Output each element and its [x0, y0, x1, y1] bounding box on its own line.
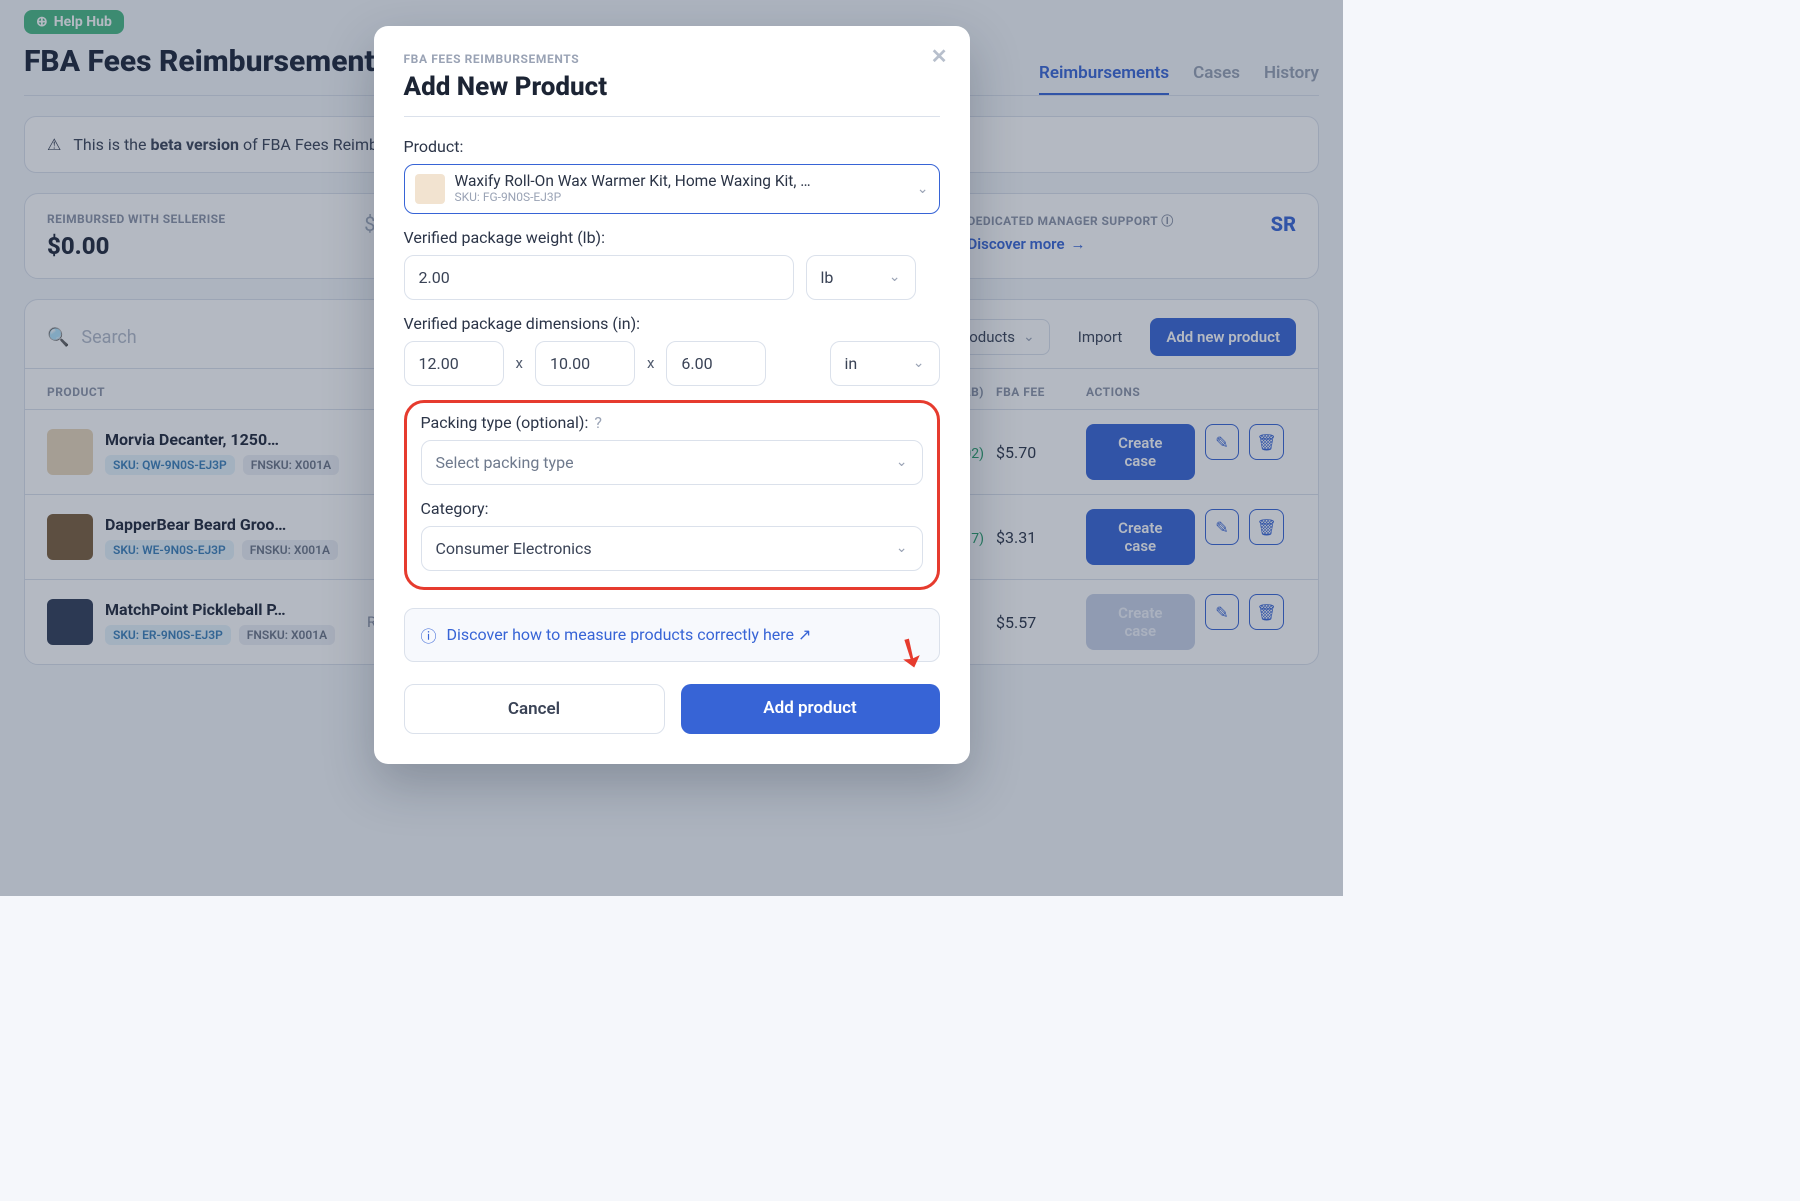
info-box: ⓘ Discover how to measure products corre…: [404, 608, 940, 662]
x-separator: x: [516, 354, 523, 372]
weight-label: Verified package weight (lb):: [404, 228, 940, 247]
x-separator: x: [647, 354, 654, 372]
category-value: Consumer Electronics: [436, 539, 592, 558]
chevron-down-icon: ⌄: [889, 269, 901, 285]
selected-product-sku: SKU: FG-9N0S-EJ3P: [455, 191, 811, 205]
info-icon: ⓘ: [421, 623, 437, 647]
selected-product-title: Waxify Roll-On Wax Warmer Kit, Home Waxi…: [455, 173, 811, 191]
modal-eyebrow: FBA FEES REIMBURSEMENTS: [404, 52, 940, 66]
dim-length-input[interactable]: 12.00: [404, 341, 504, 386]
measure-guide-link[interactable]: Discover how to measure products correct…: [447, 625, 812, 644]
highlighted-section: Packing type (optional): ? Select packin…: [404, 400, 940, 590]
modal-title: Add New Product: [404, 72, 940, 102]
dim-width-input[interactable]: 10.00: [535, 341, 635, 386]
dim-unit-select[interactable]: in⌄: [830, 341, 940, 386]
packing-label: Packing type (optional): ?: [421, 413, 923, 432]
packing-placeholder: Select packing type: [436, 453, 574, 472]
category-label: Category:: [421, 499, 923, 518]
chevron-down-icon: ⌄: [913, 355, 925, 371]
weight-input[interactable]: 2.00: [404, 255, 794, 300]
chevron-down-icon: ⌄: [896, 454, 908, 470]
chevron-down-icon: ⌄: [896, 540, 908, 556]
category-select[interactable]: Consumer Electronics ⌄: [421, 526, 923, 571]
help-icon[interactable]: ?: [594, 413, 602, 432]
cancel-button[interactable]: Cancel: [404, 684, 665, 734]
add-product-modal: ✕ FBA FEES REIMBURSEMENTS Add New Produc…: [374, 26, 970, 764]
add-product-button[interactable]: Add product: [681, 684, 940, 734]
packing-type-select[interactable]: Select packing type ⌄: [421, 440, 923, 485]
dimensions-label: Verified package dimensions (in):: [404, 314, 940, 333]
divider: [404, 116, 940, 117]
close-button[interactable]: ✕: [931, 44, 948, 68]
product-select[interactable]: Waxify Roll-On Wax Warmer Kit, Home Waxi…: [404, 164, 940, 214]
chevron-down-icon: ⌄: [917, 181, 929, 197]
weight-unit-select[interactable]: lb⌄: [806, 255, 916, 300]
dim-height-input[interactable]: 6.00: [666, 341, 766, 386]
product-label: Product:: [404, 137, 940, 156]
close-icon: ✕: [931, 44, 948, 68]
product-thumb-icon: [415, 174, 445, 204]
external-link-icon: ↗: [798, 625, 811, 644]
